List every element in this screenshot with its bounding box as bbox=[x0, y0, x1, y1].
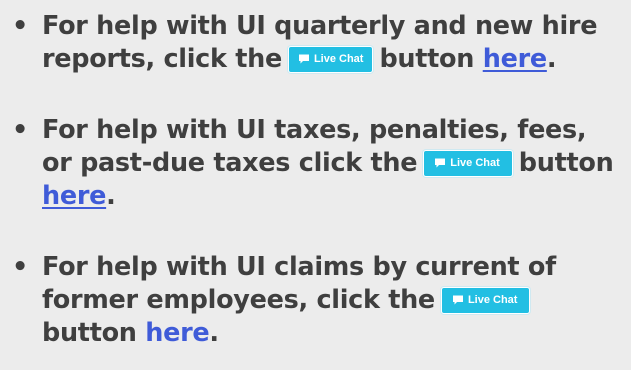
help-text: button bbox=[518, 148, 614, 178]
live-chat-label: Live Chat bbox=[467, 293, 518, 306]
help-list: • For help with UI quarterly and new hir… bbox=[0, 10, 631, 350]
bullet: • bbox=[12, 252, 28, 282]
bullet: • bbox=[12, 115, 28, 145]
help-text-end: . bbox=[546, 44, 557, 74]
help-link-here[interactable]: here bbox=[42, 181, 106, 211]
live-chat-button[interactable]: Live Chat bbox=[440, 286, 531, 314]
live-chat-label: Live Chat bbox=[450, 156, 500, 169]
help-text-end: . bbox=[106, 181, 116, 211]
help-text: button bbox=[42, 318, 137, 348]
help-text: button bbox=[379, 44, 475, 74]
speech-bubble-icon bbox=[434, 157, 446, 169]
live-chat-button[interactable]: Live Chat bbox=[423, 149, 513, 177]
help-item-ui-claims: • For help with UI claims by current of … bbox=[0, 251, 631, 350]
live-chat-button[interactable]: Live Chat bbox=[287, 45, 374, 73]
speech-bubble-icon bbox=[298, 53, 310, 65]
speech-bubble-icon bbox=[452, 294, 464, 306]
help-text-end: . bbox=[209, 318, 219, 348]
live-chat-label: Live Chat bbox=[313, 52, 364, 65]
bullet: • bbox=[12, 11, 28, 41]
help-item-ui-reports: • For help with UI quarterly and new hir… bbox=[0, 10, 631, 76]
help-link-here[interactable]: here bbox=[145, 318, 209, 348]
help-page: • For help with UI quarterly and new hir… bbox=[0, 0, 631, 370]
help-link-here[interactable]: here bbox=[483, 44, 547, 74]
help-item-ui-taxes: • For help with UI taxes, penalties, fee… bbox=[0, 114, 631, 213]
